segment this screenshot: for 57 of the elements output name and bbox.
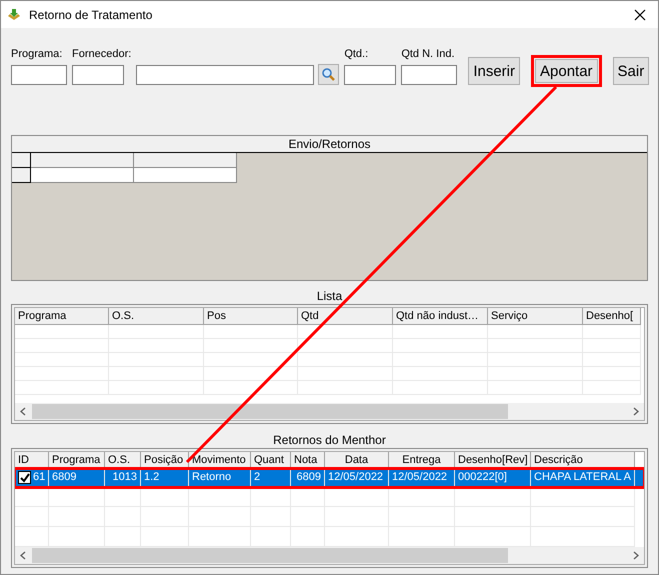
table-cell-text: CHAPA LATERAL A (534, 470, 632, 485)
horizontal-scrollbar[interactable] (15, 547, 644, 564)
column-header[interactable]: Desenho[ (583, 308, 641, 325)
table-cell-text: 6809 (296, 470, 321, 485)
table-cell (291, 487, 325, 507)
table-cell-text: 000222[0] (458, 470, 507, 485)
app-icon (7, 8, 21, 22)
table-cell (583, 325, 641, 339)
scroll-thumb[interactable] (32, 404, 508, 419)
field-label: Qtd.: (344, 48, 370, 62)
input-field[interactable] (401, 65, 458, 85)
scroll-thumb[interactable] (32, 548, 508, 563)
table-cell (49, 487, 105, 507)
column-header[interactable]: O.S. (109, 308, 204, 325)
column-header[interactable]: Qtd (298, 308, 393, 325)
table-cell (105, 487, 141, 507)
table-cell (251, 487, 291, 507)
section-title: Retornos do Menthor (272, 433, 387, 448)
action-button[interactable]: Sair (612, 57, 650, 85)
action-button[interactable]: Inserir (468, 57, 520, 85)
field-label: Fornecedor: (72, 48, 132, 62)
table-cell-text: 2 (254, 470, 260, 485)
table-cell-text: 12/05/2022 (392, 470, 448, 485)
search-icon (321, 67, 336, 82)
column-header[interactable]: Qtd não indust… (393, 308, 488, 325)
column-header[interactable]: Programa (15, 308, 109, 325)
grid-cell (12, 153, 31, 168)
section-title: Lista (316, 289, 344, 304)
action-button[interactable]: Apontar (531, 55, 602, 87)
table-cell-text: 1.2 (144, 470, 160, 485)
table-cell-text: 6809 (52, 470, 76, 485)
input-field[interactable] (344, 65, 396, 85)
horizontal-scrollbar[interactable] (15, 403, 644, 420)
panel-title: Envio/Retornos (12, 136, 647, 153)
table-cell (141, 487, 189, 507)
search-button[interactable] (318, 64, 340, 85)
window-title: Retorno de Tratamento (29, 8, 154, 22)
table-cell-text: 1013 (112, 470, 137, 485)
field-label: Qtd N. Ind. (401, 48, 456, 62)
field-label: Programa: (11, 48, 64, 62)
table-cell (189, 487, 251, 507)
close-icon[interactable] (634, 8, 646, 20)
input-field[interactable] (136, 65, 314, 85)
table-cell-text: 12/05/2022 (328, 470, 384, 485)
table-row[interactable]: 61 6809 1013 1.2 Retorno 2 6809 12/05/2022 12/05/2022 000222[0] CHAPA LATERAL A (15, 469, 644, 487)
input-field[interactable] (72, 65, 124, 85)
table-cell-text: 61 (33, 470, 46, 485)
table-cell-text: Retorno (192, 470, 232, 485)
column-header[interactable]: Serviço (488, 308, 583, 325)
table-cell (15, 507, 49, 527)
input-field[interactable] (11, 65, 67, 85)
grid-cell (12, 168, 31, 183)
checkbox[interactable] (18, 471, 31, 484)
table-cell (15, 487, 49, 507)
table-cell (325, 487, 389, 507)
column-header[interactable]: Pos (204, 308, 298, 325)
table-cell (389, 487, 455, 507)
